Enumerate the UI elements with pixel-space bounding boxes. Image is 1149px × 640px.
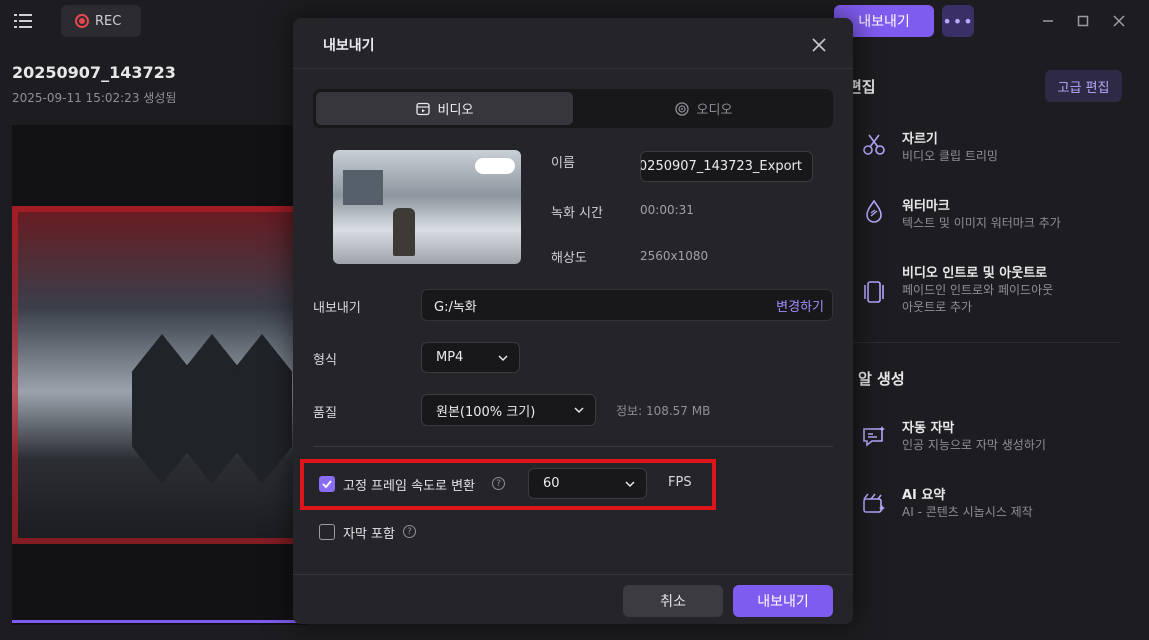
tool-name: AI 요약 — [902, 488, 946, 503]
thumbnail-search-overlay — [475, 158, 515, 174]
export-button[interactable]: 내보내기 — [733, 585, 833, 617]
quality-value: 원본(100% 크기) — [436, 404, 536, 420]
tab-audio-label: 오디오 — [696, 103, 733, 118]
format-value: MP4 — [436, 350, 464, 365]
dialog-divider — [293, 68, 853, 69]
more-options-button[interactable]: ••• — [942, 5, 974, 37]
quality-select[interactable]: 원본(100% 크기) — [421, 394, 596, 426]
tool-intro-outro[interactable]: 비디오 인트로 및 아웃트로 페이드인 인트로와 페이드아웃 아웃트로 추가 — [860, 262, 1120, 318]
ai-summary-icon — [863, 493, 885, 513]
dialog-footer-divider — [293, 574, 853, 575]
help-icon[interactable]: ? — [403, 525, 416, 538]
tool-ai-summary[interactable]: AI 요약 AI - 콘텐츠 시놉시스 제작 — [860, 484, 1120, 524]
dialog-section-divider — [313, 446, 833, 447]
ai-section-title: 알 생성 — [858, 370, 905, 388]
resolution-value: 2560x1080 — [640, 249, 709, 263]
tool-desc: 텍스트 및 이미지 워터마크 추가 — [902, 216, 1061, 230]
export-path-value: G:/녹화 — [434, 299, 477, 315]
rec-label: REC — [95, 13, 122, 29]
auto-subtitle-icon — [863, 426, 885, 447]
video-preview[interactable] — [12, 206, 308, 544]
change-path-link[interactable]: 변경하기 — [776, 296, 824, 315]
watermark-drop-icon — [866, 199, 882, 223]
dialog-title: 내보내기 — [323, 38, 375, 54]
subtitles-label: 자막 포함 — [343, 527, 395, 542]
tool-watermark[interactable]: 워터마크 텍스트 및 이미지 워터마크 추가 — [860, 195, 1120, 235]
tool-auto-subtitle[interactable]: 자동 자막 인공 지능으로 자막 생성하기 — [860, 417, 1120, 457]
right-panel-divider — [848, 342, 1120, 343]
name-label: 이름 — [551, 156, 575, 171]
close-window-icon[interactable] — [1108, 10, 1130, 32]
close-icon[interactable] — [808, 34, 830, 56]
file-name-input[interactable]: 20250907_143723_Export — [640, 151, 813, 182]
recording-created: 2025-09-11 15:02:23 생성됨 — [12, 91, 177, 105]
export-dialog: 내보내기 비디오 오디오 이름 20250907_143723_Export 녹… — [293, 18, 853, 624]
tool-desc: 페이드인 인트로와 페이드아웃 아웃트로 추가 — [902, 283, 1054, 314]
tool-desc: AI - 콘텐츠 시놉시스 제작 — [902, 505, 1033, 519]
format-select[interactable]: MP4 — [421, 342, 520, 373]
cancel-button[interactable]: 취소 — [623, 585, 723, 617]
export-path-label: 내보내기 — [313, 301, 361, 316]
tool-name: 자르기 — [902, 132, 938, 147]
export-path-field[interactable]: G:/녹화 변경하기 — [421, 289, 833, 321]
tool-name: 비디오 인트로 및 아웃트로 — [902, 266, 1048, 281]
highlight-box — [300, 459, 716, 510]
tab-audio[interactable]: 오디오 — [575, 92, 832, 125]
tab-video[interactable]: 비디오 — [316, 92, 573, 125]
tool-desc: 비디오 클립 트리밍 — [902, 149, 998, 163]
recording-title: 20250907_143723 — [12, 63, 176, 82]
duration-value: 00:00:31 — [640, 203, 694, 217]
audio-icon — [674, 101, 689, 116]
chevron-down-icon — [498, 354, 508, 361]
minimize-icon[interactable] — [1037, 10, 1059, 32]
tool-name: 자동 자막 — [902, 421, 955, 436]
advanced-edit-button[interactable]: 고급 편집 — [1045, 70, 1122, 102]
estimated-size: 정보: 108.57 MB — [616, 404, 711, 418]
thumbnail-building — [343, 170, 383, 205]
tool-desc: 인공 지능으로 자막 생성하기 — [902, 438, 1046, 452]
intro-outro-icon — [864, 281, 884, 303]
resolution-label: 해상도 — [551, 251, 587, 266]
tool-trim[interactable]: 자르기 비디오 클립 트리밍 — [860, 128, 1120, 168]
video-edge-overlay — [12, 206, 308, 544]
duration-label: 녹화 시간 — [551, 206, 603, 221]
menu-icon[interactable] — [14, 12, 32, 30]
format-label: 형식 — [313, 353, 337, 368]
tool-name: 워터마크 — [902, 199, 950, 214]
video-thumbnail — [333, 150, 521, 264]
maximize-icon[interactable] — [1072, 10, 1094, 32]
thumbnail-character — [393, 208, 415, 256]
subtitles-checkbox[interactable] — [319, 524, 335, 540]
export-type-tabs: 비디오 오디오 — [313, 89, 833, 128]
record-icon — [75, 14, 89, 28]
quality-label: 품질 — [313, 406, 337, 421]
video-icon — [415, 102, 430, 115]
chevron-down-icon — [574, 407, 584, 414]
scissors-icon — [863, 134, 885, 155]
rec-button[interactable]: REC — [61, 5, 141, 37]
tab-video-label: 비디오 — [437, 103, 474, 118]
